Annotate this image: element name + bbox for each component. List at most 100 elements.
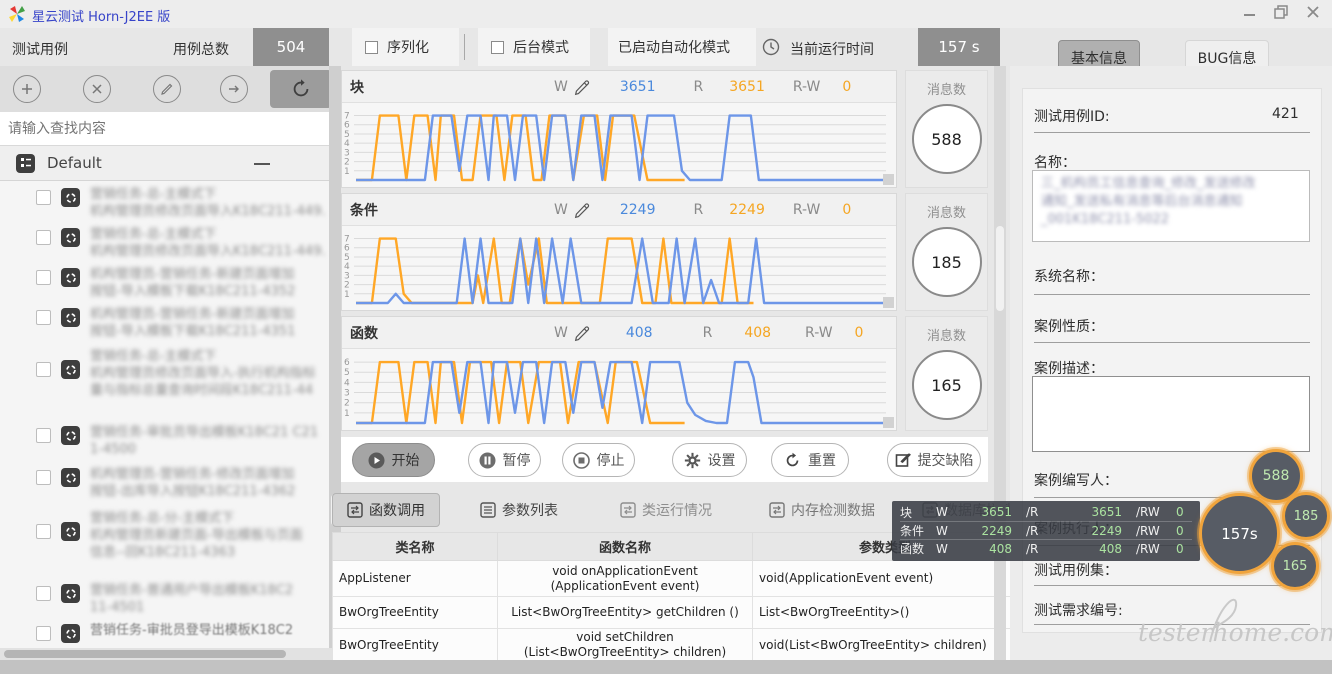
main-vertical-scrollbar[interactable] [994,66,1006,660]
list-item[interactable]: 营销任务-普通用户导出模板K18C2 11-4501 [0,582,330,616]
edit-case-button[interactable] [153,75,181,103]
controls-bar: 开始 暂停 停止 设置 重置 提交缺陷 [341,437,988,482]
sync-icon [61,468,80,487]
stop-icon [572,451,590,469]
list-icon [480,502,496,518]
minimize-button[interactable] [1243,9,1257,19]
clock-icon [762,38,780,56]
message-count-panel: 消息数 588 [905,70,988,188]
list-item[interactable]: 营销任务-审批员登导出模板K18C2 [0,622,330,643]
settings-button[interactable]: 设置 [672,443,747,477]
serialize-checkbox[interactable] [365,40,378,54]
sidebar-toolbar [0,66,341,112]
tooltip-row: 函数 W 408 /R 408 /RW 0 [900,539,1192,557]
tree-root-default[interactable]: Default [0,146,341,181]
item-checkbox[interactable] [36,310,51,325]
refresh-button[interactable] [270,70,332,108]
scrollbar-thumb[interactable] [4,650,286,658]
column-header[interactable]: 类名称 [332,532,498,561]
tab-param-list[interactable]: 参数列表 [480,493,558,527]
chart-plot-block: 7654321 [342,103,896,187]
scrollbar-thumb[interactable] [996,226,1004,311]
bottom-strip [0,660,1332,674]
req-no-label: 测试需求编号: [1034,603,1123,619]
stat-bubble-function[interactable]: 165 [1271,542,1319,590]
item-checkbox[interactable] [36,230,51,245]
tab-memory-data[interactable]: 内存检测数据 [769,493,875,527]
restore-button[interactable] [1274,5,1288,19]
column-header[interactable]: 函数名称 [497,532,753,561]
list-item[interactable]: 营销任务-总-主模式下 机构管理员修改页面导入K18C211-449. [0,226,330,260]
r-label: R [702,324,713,341]
list-item[interactable]: 机构管理员-营销任务-修改页面增加 按钮-出库导入按钮K18C211-4362 [0,466,330,500]
runtime-label: 当前运行时间 [790,42,874,58]
reset-button[interactable]: 重置 [771,443,849,477]
list-item[interactable]: 机构管理员-营销任务-新建页面增加 按钮-导入模板下载K18C211-4351 [0,306,330,340]
field-underline [1034,585,1310,586]
tab-function-call[interactable]: 函数调用 [332,493,440,527]
swap-icon [347,502,363,518]
item-checkbox[interactable] [36,586,51,601]
w-value: 408 [625,324,653,341]
item-checkbox[interactable] [36,524,51,539]
item-checkbox[interactable] [36,190,51,205]
search-input[interactable] [0,112,330,145]
play-icon [368,452,384,468]
name-value-box[interactable]: 三_机构员工信息查询_修改_发送修改 通知_发送私有消息等后台消息通知 _001… [1032,170,1310,242]
chart-plot-condition: 7654321 [342,226,896,310]
table-row[interactable]: BwOrgTreeEntity List<BwOrgTreeEntity> ge… [332,596,1018,629]
chart-scroll-nub[interactable] [883,297,894,308]
r-value: 3651 [729,78,765,95]
svg-text:2: 2 [344,399,350,409]
chart-scroll-nub[interactable] [883,417,894,428]
pencil-icon[interactable] [572,322,594,344]
app-logo-icon [9,6,25,22]
swap-icon [769,502,785,518]
item-checkbox[interactable] [36,362,51,377]
runtime-value: 157 s [918,28,1000,66]
item-checkbox[interactable] [36,428,51,443]
edit-box-icon [895,453,911,467]
case-desc-textarea[interactable] [1032,376,1310,452]
serialize-label: 序列化 [387,40,429,56]
list-item[interactable]: 营销任务-审批员导出模板K18C21 С21 1-4500 [0,424,330,458]
delete-case-button[interactable] [83,75,111,103]
item-checkbox[interactable] [36,270,51,285]
table-row[interactable]: AppListener void onApplicationEvent (App… [332,560,1018,597]
stop-button[interactable]: 停止 [562,443,635,477]
background-mode-checkbox[interactable] [491,40,504,54]
collapse-icon[interactable] [253,162,271,166]
item-checkbox[interactable] [36,626,51,641]
list-item[interactable]: 机构管理员-营销任务-新建页面增加 按钮-导入模板下载K18C211-4352 [0,266,330,300]
list-item[interactable]: 营销任务-总-主模式下 机构管理员修改页面导入-执行机构指标 量与指标总量查询时间段… [0,348,330,399]
message-count-label: 消息数 [926,83,966,98]
chart-title: 条件 [350,202,378,219]
message-count-panel: 消息数 185 [905,193,988,311]
stat-bubble-runtime[interactable]: 157s [1199,493,1280,574]
export-case-button[interactable] [220,75,248,103]
submit-defect-button[interactable]: 提交缺陷 [887,443,981,477]
add-case-button[interactable] [13,75,41,103]
item-checkbox[interactable] [36,470,51,485]
sidebar-horizontal-scrollbar[interactable] [0,648,341,660]
sync-icon [61,268,80,287]
list-item[interactable]: 营销任务-总-分-主模式下 机构管理员新建页面-导出模板与页面 信息--回K18C2… [0,510,330,561]
w-label: W [554,78,568,95]
pause-button[interactable]: 暂停 [468,443,541,477]
message-count-badge: 588 [911,104,982,174]
tab-class-run[interactable]: 类运行情况 [620,493,712,527]
pencil-icon[interactable] [572,76,594,98]
start-button[interactable]: 开始 [352,443,435,477]
close-button[interactable] [1306,5,1320,19]
stat-bubble-condition[interactable]: 185 [1282,492,1330,540]
app-window: 星云测试 Horn-J2EE 版 测试用例 用例总数 504 序列化 后台模式 … [0,0,1332,674]
pencil-icon[interactable] [572,199,594,221]
list-item[interactable]: 营销任务-总-主模式下 机构管理员修改页面导入K18C211-449. [0,186,330,220]
case-desc-label: 案例描述： [1034,361,1104,377]
message-count-badge: 165 [911,350,982,420]
chart-header: 函数 W 408 R 408 R-W 0 [342,317,896,349]
message-count-panel: 消息数 165 [905,316,988,431]
table-row[interactable]: BwOrgTreeEntity void setChildren (List<B… [332,628,1018,661]
svg-text:1: 1 [344,409,350,419]
chart-scroll-nub[interactable] [883,174,894,185]
